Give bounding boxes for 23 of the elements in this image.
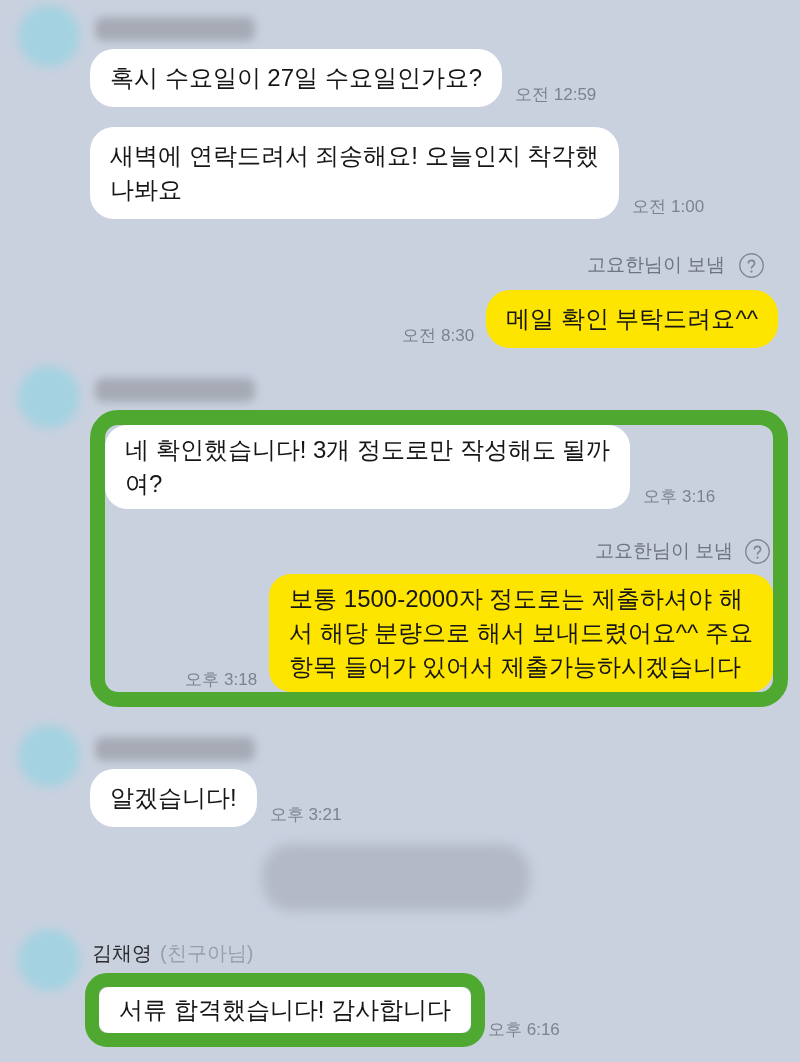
help-icon[interactable] bbox=[739, 252, 764, 278]
help-icon[interactable] bbox=[745, 538, 770, 564]
avatar-placeholder bbox=[18, 725, 80, 787]
sent-by-label: 고요한님이 보냄 bbox=[594, 539, 733, 563]
message-bubble: 알겠습니다! bbox=[90, 769, 257, 827]
avatar-placeholder bbox=[18, 366, 80, 428]
message-bubble: 보통 1500-2000자 정도로는 제출하셔야 해 서 해당 분량으로 해서 보내드렸어요^^ 주요 항목 들어가 있어서 제출가능하시겠습니다 bbox=[269, 574, 773, 692]
sender-name: 김채영 bbox=[92, 941, 152, 965]
message-bubble: 서류 합격했습니다! 감사합니다 bbox=[99, 987, 471, 1033]
message-bubble: 메일 확인 부탁드려요^^ bbox=[486, 290, 778, 348]
message-bubble: 새벽에 연락드려서 죄송해요! 오늘인지 착각했 나봐요 bbox=[90, 127, 620, 219]
message-time: 오후 6:16 bbox=[488, 1020, 560, 1040]
sent-by-label: 고요한님이 보냄 bbox=[586, 253, 725, 277]
message-time: 오후 3:21 bbox=[269, 805, 342, 825]
message-time: 오후 3:18 bbox=[185, 670, 258, 690]
message-time: 오전 12:59 bbox=[515, 85, 597, 105]
avatar-placeholder bbox=[18, 929, 80, 991]
message-time: 오전 8:30 bbox=[402, 326, 475, 346]
message-time: 오후 3:16 bbox=[643, 487, 716, 507]
message-bubble: 네 확인했습니다! 3개 정도로만 작성해도 될까 여? bbox=[105, 425, 631, 509]
avatar-placeholder bbox=[18, 5, 80, 67]
message-bubble: 혹시 수요일이 27일 수요일인가요? bbox=[90, 49, 503, 107]
message-time: 오전 1:00 bbox=[632, 197, 705, 217]
